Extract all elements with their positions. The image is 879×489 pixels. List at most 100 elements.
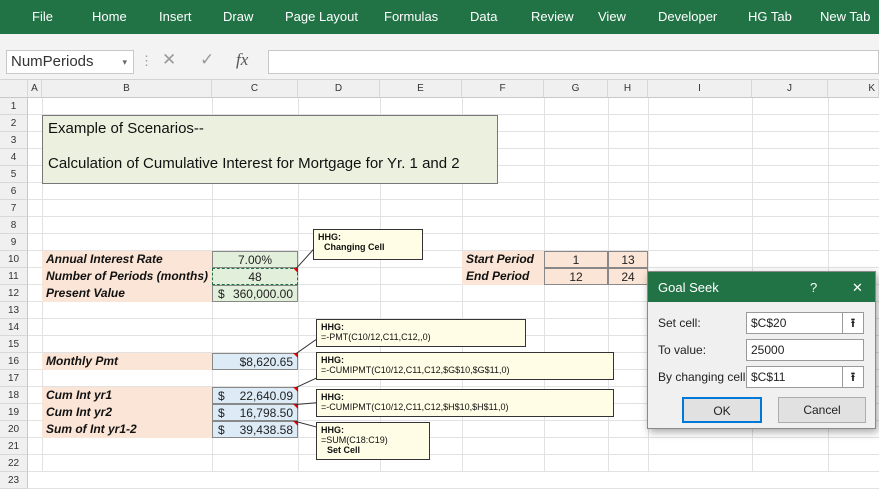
- tab-data[interactable]: Data: [470, 9, 497, 24]
- column-header-d[interactable]: D: [298, 80, 380, 98]
- goal-seek-dialog[interactable]: Goal Seek ? ✕ Set cell: $C$20 ⭱ To value…: [647, 271, 876, 429]
- label-present-value: Present Value: [42, 285, 212, 302]
- row-header[interactable]: 22: [0, 455, 28, 472]
- comment-author: HHG:: [321, 355, 344, 365]
- comment-set-cell-text: Set Cell: [327, 445, 361, 455]
- gridline: [28, 471, 879, 472]
- comment-cumipmt-yr1[interactable]: HHG: =-CUMIPMT(C10/12,C11,C12,$G$10,$G$1…: [316, 352, 614, 380]
- row-header[interactable]: 1: [0, 98, 28, 115]
- row-header[interactable]: 7: [0, 200, 28, 217]
- column-header-i[interactable]: I: [648, 80, 752, 98]
- title-box: Example of Scenarios-- Calculation of Cu…: [42, 115, 498, 184]
- changing-cell-value: $C$11: [751, 370, 786, 384]
- tab-new[interactable]: New Tab: [820, 9, 870, 24]
- close-icon[interactable]: ✕: [852, 280, 863, 296]
- to-value-label: To value:: [658, 343, 707, 357]
- row-header[interactable]: 6: [0, 183, 28, 200]
- ok-button[interactable]: OK: [682, 397, 762, 423]
- cell-c18-cum-int-yr1[interactable]: $ 22,640.09: [212, 387, 298, 404]
- comment-pmt-formula[interactable]: HHG: =-PMT(C10/12,C11,C12,,0): [316, 319, 526, 347]
- comment-text: Changing Cell: [324, 242, 385, 252]
- column-header-h[interactable]: H: [608, 80, 648, 98]
- row-header[interactable]: 3: [0, 132, 28, 149]
- row-header[interactable]: 10: [0, 251, 28, 268]
- name-box[interactable]: NumPeriods ▾: [6, 50, 134, 74]
- row-header[interactable]: 15: [0, 336, 28, 353]
- set-cell-label: Set cell:: [658, 316, 701, 330]
- cancel-button[interactable]: Cancel: [778, 397, 866, 423]
- row-header[interactable]: 17: [0, 370, 28, 387]
- row-header[interactable]: 11: [0, 268, 28, 285]
- comment-indicator[interactable]: [293, 353, 298, 358]
- tab-insert[interactable]: Insert: [159, 9, 192, 24]
- to-value-input[interactable]: 25000: [746, 339, 864, 361]
- cell-g10[interactable]: 1: [544, 251, 608, 268]
- cell-c20-sum-of-int[interactable]: $ 39,438.58: [212, 421, 298, 438]
- row-header[interactable]: 21: [0, 438, 28, 455]
- row-header[interactable]: 5: [0, 166, 28, 183]
- column-header-g[interactable]: G: [544, 80, 608, 98]
- select-all-corner[interactable]: [0, 80, 28, 98]
- collapse-dialog-icon[interactable]: ⭱: [842, 366, 864, 388]
- dialog-title-bar[interactable]: Goal Seek ? ✕: [648, 272, 875, 302]
- comment-cumipmt-yr2[interactable]: HHG: =-CUMIPMT(C10/12,C11,C12,$H$10,$H$1…: [316, 389, 614, 417]
- sum-of-int-amount: 39,438.58: [239, 423, 293, 437]
- cell-c12-present-value[interactable]: $ 360,000.00: [212, 285, 298, 302]
- cell-h10[interactable]: 13: [608, 251, 648, 268]
- row-header[interactable]: 9: [0, 234, 28, 251]
- row-header[interactable]: 8: [0, 217, 28, 234]
- label-cum-int-yr2: Cum Int yr2: [42, 404, 212, 421]
- row-header[interactable]: 18: [0, 387, 28, 404]
- cell-g11[interactable]: 12: [544, 268, 608, 285]
- row-header[interactable]: 14: [0, 319, 28, 336]
- comment-changing-cell[interactable]: HHG: Changing Cell: [313, 229, 423, 260]
- tab-home[interactable]: Home: [92, 9, 127, 24]
- currency-symbol: $: [218, 406, 225, 420]
- present-value-amount: 360,000.00: [232, 287, 293, 301]
- row-header[interactable]: 19: [0, 404, 28, 421]
- cell-c16-monthly-pmt[interactable]: $8,620.65: [212, 353, 298, 370]
- set-cell-input[interactable]: $C$20 ⭱: [746, 312, 864, 334]
- title-line-2: Calculation of Cumulative Interest for M…: [48, 155, 460, 172]
- tab-developer[interactable]: Developer: [658, 9, 717, 24]
- tab-file[interactable]: File: [32, 9, 53, 24]
- column-header-e[interactable]: E: [380, 80, 462, 98]
- tab-page-layout[interactable]: Page Layout: [285, 9, 358, 24]
- tab-hg[interactable]: HG Tab: [748, 9, 792, 24]
- comment-sum-set-cell[interactable]: HHG: =SUM(C18:C19) Set Cell: [316, 422, 430, 460]
- row-header[interactable]: 13: [0, 302, 28, 319]
- column-header-b[interactable]: B: [42, 80, 212, 98]
- cell-c10-rate[interactable]: 7.00%: [212, 251, 298, 268]
- row-header[interactable]: 20: [0, 421, 28, 438]
- row-header[interactable]: 16: [0, 353, 28, 370]
- column-header-c[interactable]: C: [212, 80, 298, 98]
- comment-indicator[interactable]: [293, 268, 298, 273]
- row-header[interactable]: 12: [0, 285, 28, 302]
- cell-c19-cum-int-yr2[interactable]: $ 16,798.50: [212, 404, 298, 421]
- label-start-period: Start Period: [462, 251, 544, 268]
- row-header[interactable]: 2: [0, 115, 28, 132]
- cancel-icon[interactable]: ✕: [162, 50, 176, 70]
- tab-draw[interactable]: Draw: [223, 9, 253, 24]
- changing-cell-input[interactable]: $C$11 ⭱: [746, 366, 864, 388]
- drag-handle-icon[interactable]: ⋮: [140, 53, 153, 69]
- column-header-a[interactable]: A: [28, 80, 42, 98]
- tab-review[interactable]: Review: [531, 9, 574, 24]
- column-header-j[interactable]: J: [752, 80, 828, 98]
- column-header-f[interactable]: F: [462, 80, 544, 98]
- insert-function-icon[interactable]: fx: [236, 50, 248, 70]
- enter-icon[interactable]: ✓: [200, 50, 214, 70]
- tab-view[interactable]: View: [598, 9, 626, 24]
- formula-input[interactable]: [268, 50, 879, 74]
- collapse-dialog-icon[interactable]: ⭱: [842, 312, 864, 334]
- cell-h11[interactable]: 24: [608, 268, 648, 285]
- tab-formulas[interactable]: Formulas: [384, 9, 438, 24]
- currency-symbol: $: [218, 287, 225, 301]
- row-header[interactable]: 23: [0, 472, 28, 489]
- help-icon[interactable]: ?: [810, 280, 817, 295]
- column-header-k[interactable]: K: [828, 80, 879, 98]
- cell-c11-periods[interactable]: 48: [212, 268, 298, 285]
- chevron-down-icon[interactable]: ▾: [122, 51, 127, 73]
- set-cell-value: $C$20: [751, 316, 787, 330]
- row-header[interactable]: 4: [0, 149, 28, 166]
